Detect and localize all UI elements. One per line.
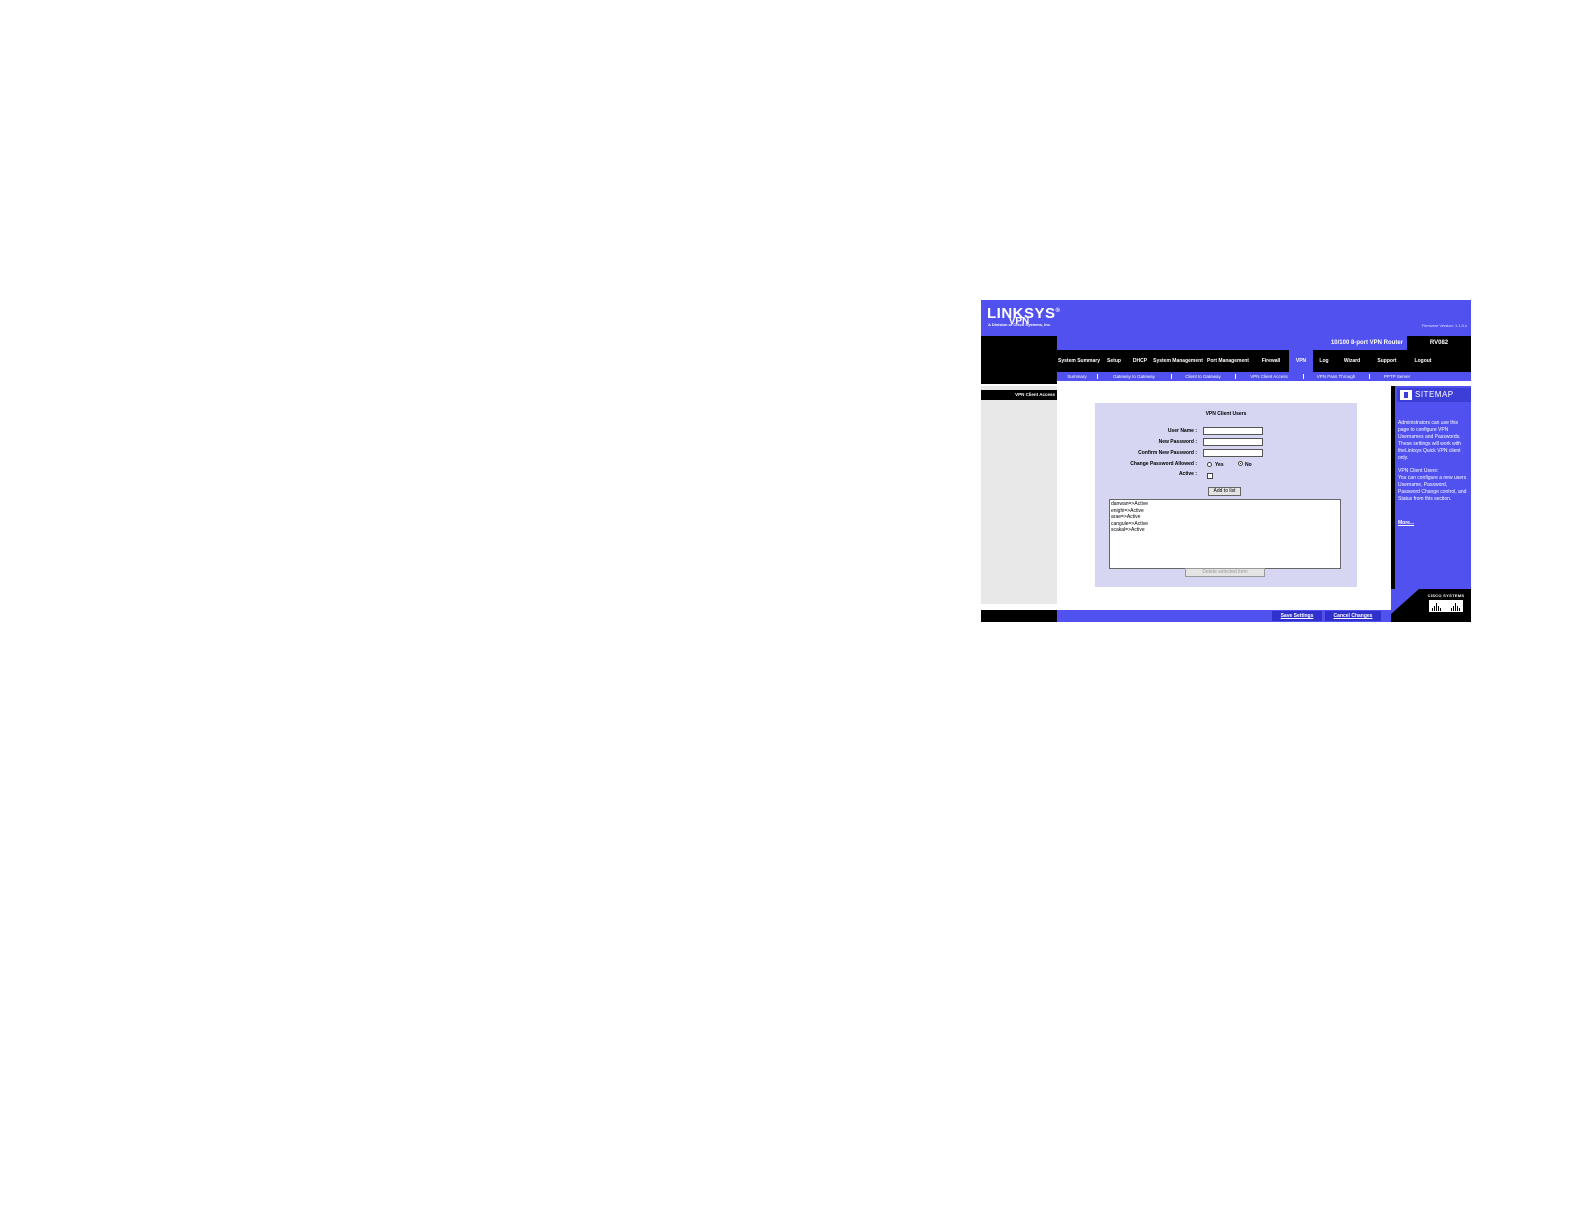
confirm-password-input[interactable] <box>1203 449 1263 457</box>
more-link[interactable]: More... <box>1398 520 1414 526</box>
change-password-yes-label: Yes <box>1215 462 1224 468</box>
user-name-label: User Name : <box>1167 428 1197 434</box>
confirm-password-label: Confirm New Password : <box>1138 450 1197 456</box>
left-sidebar <box>981 386 1057 604</box>
subtab-client-to-gateway[interactable]: Client to Gateway <box>1172 372 1234 381</box>
user-name-input[interactable] <box>1203 427 1263 435</box>
model-name: RV082 <box>1429 340 1449 346</box>
tab-system-summary[interactable]: System Summary <box>1057 350 1101 372</box>
subtab-gateway-to-gateway[interactable]: Gateway to Gateway <box>1098 372 1170 381</box>
active-label: Active : <box>1178 471 1197 477</box>
change-password-no-radio[interactable] <box>1238 461 1243 466</box>
form-title: VPN Client Users <box>1205 411 1247 417</box>
tab-vpn[interactable]: VPN <box>1289 350 1313 372</box>
page-title: VPN <box>1008 316 1030 327</box>
new-password-label: New Password : <box>1158 439 1197 445</box>
tab-setup[interactable]: Setup <box>1101 350 1127 372</box>
active-checkbox[interactable] <box>1207 473 1213 479</box>
tab-log[interactable]: Log <box>1313 350 1335 372</box>
tab-logout[interactable]: Logout <box>1405 350 1441 372</box>
tab-support[interactable]: Support <box>1369 350 1405 372</box>
cisco-logo-icon <box>1429 600 1463 612</box>
change-password-yes-radio[interactable] <box>1207 462 1212 467</box>
subtab-vpn-client-access[interactable]: VPN Client Access <box>1236 372 1302 381</box>
page-title-box <box>981 336 1057 384</box>
product-name: 10/100 8-port VPN Router <box>1330 340 1403 346</box>
vpn-users-listbox[interactable]: danwan=>Active enighi=>Active arae=>Acti… <box>1109 499 1341 569</box>
subtab-summary[interactable]: Summary <box>1057 372 1097 381</box>
cisco-footer-slant <box>1391 589 1419 614</box>
save-settings-button[interactable]: Save Settings <box>1272 611 1322 621</box>
tab-dhcp[interactable]: DHCP <box>1127 350 1153 372</box>
firmware-version: Firmware Version: 1.1.0.x <box>1421 323 1467 328</box>
change-password-no-label: No <box>1245 462 1252 468</box>
help-intro-text: Administrators can use this page to conf… <box>1398 420 1462 461</box>
tab-system-management[interactable]: System Management <box>1153 350 1203 372</box>
sitemap-icon <box>1400 390 1412 400</box>
list-item[interactable]: scakal=>Active <box>1111 527 1339 534</box>
footer-left <box>981 610 1057 622</box>
new-password-input[interactable] <box>1203 438 1263 446</box>
section-label: VPN Client Access <box>1015 392 1055 397</box>
add-to-list-button[interactable]: Add to list <box>1208 487 1241 496</box>
subtab-vpn-pass-through[interactable]: VPN Pass Through <box>1304 372 1368 381</box>
help-sidebar-edge <box>1391 386 1395 622</box>
tab-port-management[interactable]: Port Management <box>1203 350 1253 372</box>
tab-firewall[interactable]: Firewall <box>1253 350 1289 372</box>
sitemap-title[interactable]: SITEMAP <box>1415 388 1454 402</box>
router-admin-window: LINKSYS® A Division of Cisco Systems, In… <box>981 300 1471 622</box>
delete-selected-item-button[interactable]: Delete selected item <box>1185 568 1265 577</box>
cisco-systems-label: CISCO SYSTEMS <box>1427 593 1465 598</box>
tab-wizard[interactable]: Wizard <box>1335 350 1369 372</box>
cancel-changes-button[interactable]: Cancel Changes <box>1325 611 1381 621</box>
subtab-pptp-server[interactable]: PPTP Server <box>1370 372 1424 381</box>
help-section-title: VPN Client Users: <box>1398 468 1439 474</box>
help-section-text: You can configure a new users Username, … <box>1398 475 1467 502</box>
change-password-label: Change Password Allowed : <box>1130 461 1197 467</box>
